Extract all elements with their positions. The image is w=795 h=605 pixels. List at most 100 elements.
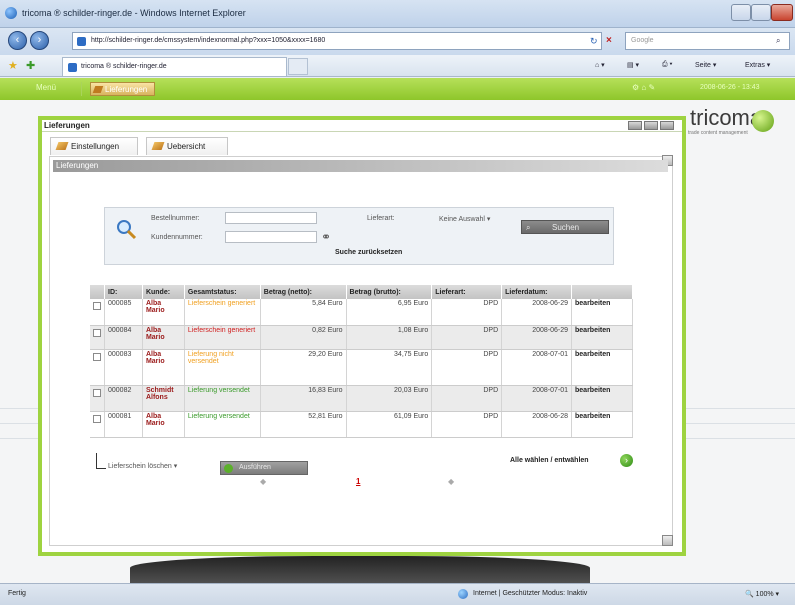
edit-link[interactable]: bearbeiten [571, 325, 633, 350]
address-bar[interactable]: http://schilder-ringer.de/cmssystem/inde… [72, 32, 602, 50]
header-id: ID: [104, 285, 143, 299]
tool-seite[interactable]: Seite ▾ [695, 61, 716, 69]
row-checkbox[interactable] [93, 302, 101, 310]
pagination-next-icon[interactable]: ◆ [448, 477, 454, 486]
header-actions [571, 285, 633, 299]
edit-link[interactable]: bearbeiten [571, 349, 633, 386]
back-icon[interactable]: ‹ [8, 31, 27, 50]
kundennummer-input[interactable] [225, 231, 317, 243]
row-checkbox[interactable] [93, 388, 101, 397]
stop-icon[interactable]: × [606, 35, 612, 46]
window-maximize-button[interactable] [644, 121, 658, 130]
lieferungen-window: Lieferungen Einstellungen Uebersicht Lie… [38, 116, 686, 556]
header-lieferart: Lieferart: [431, 285, 503, 299]
address-text: http://schilder-ringer.de/cmssystem/inde… [91, 37, 326, 44]
background-tire-image [130, 556, 590, 583]
tab-uebersicht[interactable]: Uebersicht [146, 137, 228, 155]
cell-datum: 2008-06-28 [501, 411, 573, 438]
topbar-icons[interactable]: ⚙ ⌂ ✎ [632, 83, 655, 92]
header-gesamtstatus: Gesamtstatus: [184, 285, 261, 299]
search-input[interactable]: Google ⌕ [625, 32, 790, 50]
cell-status: Lieferschein generiert [184, 299, 261, 326]
window-close-button[interactable] [660, 121, 674, 130]
pencil-icon [92, 86, 104, 93]
bulk-arrow-icon [96, 453, 106, 469]
ausfuehren-button-label: Ausführen [239, 464, 271, 471]
tool-seite-label: Seite [695, 62, 711, 69]
browser-tab[interactable]: tricoma ® schilder-ringer.de [62, 57, 287, 76]
tab-einstellungen[interactable]: Einstellungen [50, 137, 138, 155]
cell-brutto: 20,03 Euro [346, 385, 433, 412]
cell-netto: 52,81 Euro [260, 411, 347, 438]
suchen-button[interactable]: ⌕ Suchen [521, 220, 609, 234]
cell-kunde: Alba Mario [142, 349, 185, 386]
scroll-down-button[interactable] [662, 535, 673, 546]
tool-extras-label: Extras [745, 62, 765, 69]
row-checkbox[interactable] [93, 352, 101, 361]
select-all-link[interactable]: Alle wählen / entwählen [510, 457, 589, 464]
tab-uebersicht-label: Uebersicht [167, 142, 206, 151]
add-favorite-icon[interactable]: ✚ [26, 59, 35, 72]
maximize-button[interactable] [751, 4, 771, 21]
cell-lieferart: DPD [431, 349, 503, 386]
browser-titlebar: tricoma ® schilder-ringer.de - Windows I… [0, 0, 795, 28]
bestellnummer-input[interactable] [225, 212, 317, 224]
cell-id: 000084 [104, 325, 143, 350]
window-content: Lieferungen Bestellnummer: Kundennummer:… [49, 155, 673, 546]
edit-link[interactable]: bearbeiten [571, 385, 633, 412]
suchen-button-label: Suchen [552, 223, 580, 232]
search-icon: ⌕ [526, 223, 531, 232]
bulk-action-select[interactable]: Lieferschein löschen ▾ [108, 462, 218, 474]
home-icon[interactable]: ⌂ ▾ [595, 61, 605, 69]
new-tab-button[interactable] [288, 58, 308, 75]
header-kunde: Kunde: [142, 285, 185, 299]
row-checkbox-cell [90, 349, 105, 386]
cell-datum: 2008-07-01 [501, 385, 573, 412]
header-betrag-brutto: Betrag (brutto): [346, 285, 433, 299]
magnifier-icon [117, 220, 137, 240]
page-content: Menü Lieferungen ⚙ ⌂ ✎ 2008-06-26 - 13:4… [0, 78, 795, 583]
tool-extras[interactable]: Extras ▾ [745, 61, 770, 69]
ausfuehren-button[interactable]: Ausführen [220, 461, 308, 475]
print-icon[interactable]: ⎙ ▾ [662, 61, 673, 69]
edit-link[interactable]: bearbeiten [571, 411, 633, 438]
cell-lieferart: DPD [431, 385, 503, 412]
search-panel: Bestellnummer: Kundennummer: ⚭ Lieferart… [104, 207, 614, 265]
menu-button[interactable]: Menü [22, 82, 82, 96]
cell-brutto: 61,09 Euro [346, 411, 433, 438]
security-zone-text: Internet | Geschützter Modus: Inaktiv [473, 590, 588, 597]
lieferungen-module-button[interactable]: Lieferungen [90, 82, 155, 96]
table-header-row: ID: Kunde: Gesamtstatus: Betrag (netto):… [90, 285, 633, 299]
close-window-button[interactable] [771, 4, 793, 21]
window-minimize-button[interactable] [628, 121, 642, 130]
cell-brutto: 6,95 Euro [346, 299, 433, 326]
edit-link[interactable]: bearbeiten [571, 299, 633, 326]
row-checkbox-cell [90, 325, 105, 350]
row-checkbox[interactable] [93, 328, 101, 337]
window-tabs: Einstellungen Uebersicht [42, 133, 682, 155]
pagination-prev-icon[interactable]: ◆ [260, 477, 266, 486]
minimize-button[interactable] [731, 4, 751, 21]
feeds-icon[interactable]: ▤ ▾ [627, 61, 639, 69]
row-checkbox[interactable] [93, 414, 101, 423]
ie-logo-icon [5, 7, 17, 19]
cell-lieferart: DPD [431, 299, 503, 326]
forward-icon[interactable]: › [30, 31, 49, 50]
favorites-star-icon[interactable]: ★ [8, 59, 18, 72]
cell-brutto: 1,08 Euro [346, 325, 433, 350]
table-row: 000084 Alba Mario Lieferschein generiert… [90, 325, 633, 350]
bestellnummer-label: Bestellnummer: [151, 215, 200, 222]
select-all-icon[interactable]: › [620, 454, 633, 467]
header-select [90, 285, 105, 299]
reset-search-link[interactable]: Suche zurücksetzen [335, 249, 402, 256]
binoculars-icon[interactable]: ⚭ [321, 230, 331, 244]
refresh-icon[interactable]: ↻ [590, 36, 598, 47]
page-icon [77, 37, 86, 46]
search-icon[interactable]: ⌕ [776, 36, 780, 46]
pencil-icon [55, 142, 69, 150]
row-checkbox-cell [90, 299, 105, 326]
zoom-level[interactable]: 🔍 100% ▾ [745, 590, 779, 598]
lieferart-select[interactable]: Keine Auswahl ▾ [439, 215, 490, 223]
window-title: Lieferungen [44, 121, 90, 130]
pagination-current-page[interactable]: 1 [356, 477, 360, 486]
